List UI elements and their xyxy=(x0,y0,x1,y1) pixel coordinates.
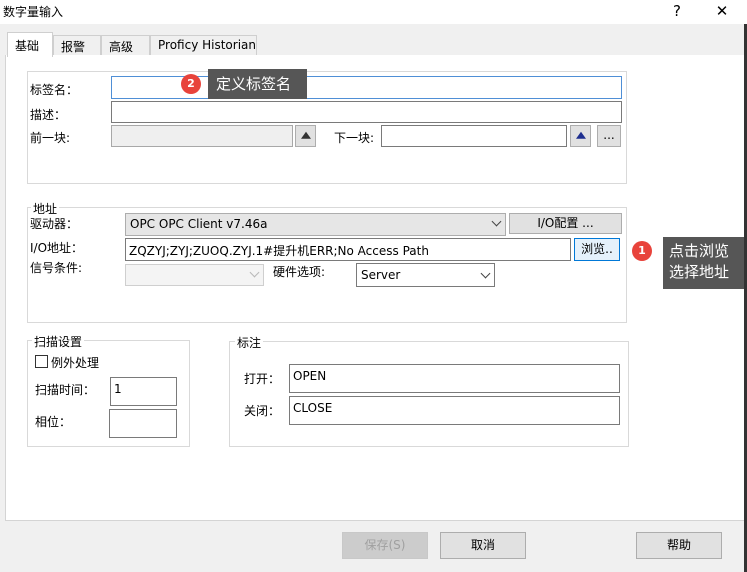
signal-condition-select[interactable] xyxy=(125,264,264,286)
step-badge-1: 1 xyxy=(632,241,652,261)
io-address-input[interactable]: ZQZYJ;ZYJ;ZUOQ.ZYJ.1#提升机ERR;No Access Pa… xyxy=(125,238,571,261)
io-address-label: I/O地址： xyxy=(30,241,84,255)
io-config-button[interactable]: I/O配置 ... xyxy=(509,213,622,234)
chevron-down-icon xyxy=(491,216,502,227)
tab-advanced[interactable]: 高级 xyxy=(101,35,150,56)
labels-group-title: 标注 xyxy=(235,334,264,351)
browse-hint-line2: 选择地址 xyxy=(669,263,730,281)
next-block-label: 下一块: xyxy=(334,131,375,145)
save-button[interactable]: 保存(S) xyxy=(342,532,428,559)
labels-group xyxy=(229,341,629,447)
open-label: 打开： xyxy=(244,372,281,386)
scan-time-input[interactable]: 1 xyxy=(110,377,177,406)
step-badge-2: 2 xyxy=(181,74,201,94)
browse-button[interactable]: 浏览.. xyxy=(574,238,620,261)
next-block-button[interactable] xyxy=(570,125,591,147)
next-block-input[interactable] xyxy=(381,125,567,147)
hardware-options-select[interactable]: Server xyxy=(356,263,495,287)
chevron-down-icon xyxy=(480,268,491,279)
driver-select[interactable]: OPC OPC Client v7.46a xyxy=(125,213,506,236)
phase-label: 相位： xyxy=(35,415,72,429)
tab-basic[interactable]: 基础 xyxy=(7,32,53,57)
description-input[interactable] xyxy=(111,101,622,123)
help-icon[interactable]: ? xyxy=(664,1,690,21)
arrow-up-icon xyxy=(300,131,311,139)
previous-block-input[interactable] xyxy=(111,125,293,147)
chevron-down-icon xyxy=(249,267,260,278)
exception-label: 例外处理 xyxy=(51,356,100,370)
tab-alarm[interactable]: 报警 xyxy=(53,35,101,56)
help-button[interactable]: 帮助 xyxy=(636,532,722,559)
cancel-button[interactable]: 取消 xyxy=(440,532,526,559)
tag-name-label: 标签名： xyxy=(30,83,79,97)
arrow-up-icon xyxy=(575,131,586,139)
window-title: 数字量输入 xyxy=(3,5,64,19)
tag-name-hint: 定义标签名 xyxy=(208,69,307,99)
browse-hint-line1: 点击浏览 xyxy=(669,242,730,260)
scan-settings-title: 扫描设置 xyxy=(32,333,85,350)
close-icon[interactable]: ✕ xyxy=(709,1,735,21)
close-label: 关闭： xyxy=(244,404,281,418)
scan-time-label: 扫描时间： xyxy=(35,383,96,397)
open-text-input[interactable]: OPEN xyxy=(289,364,620,393)
driver-value: OPC OPC Client v7.46a xyxy=(130,217,268,231)
signal-condition-label: 信号条件: xyxy=(30,261,83,275)
hardware-options-label: 硬件选项: xyxy=(273,265,326,279)
title-bar xyxy=(0,0,747,24)
exception-checkbox[interactable] xyxy=(35,355,48,368)
browse-hint: 点击浏览 选择地址 xyxy=(663,237,744,289)
hardware-options-value: Server xyxy=(361,268,401,282)
driver-label: 驱动器： xyxy=(30,217,79,231)
description-label: 描述： xyxy=(30,108,67,122)
previous-block-label: 前一块: xyxy=(30,131,71,145)
more-button[interactable]: ... xyxy=(597,125,621,147)
previous-block-button[interactable] xyxy=(295,125,316,147)
close-text-input[interactable]: CLOSE xyxy=(289,396,620,425)
tab-proficy-historian[interactable]: Proficy Historian xyxy=(150,35,257,56)
phase-input[interactable] xyxy=(109,409,177,438)
